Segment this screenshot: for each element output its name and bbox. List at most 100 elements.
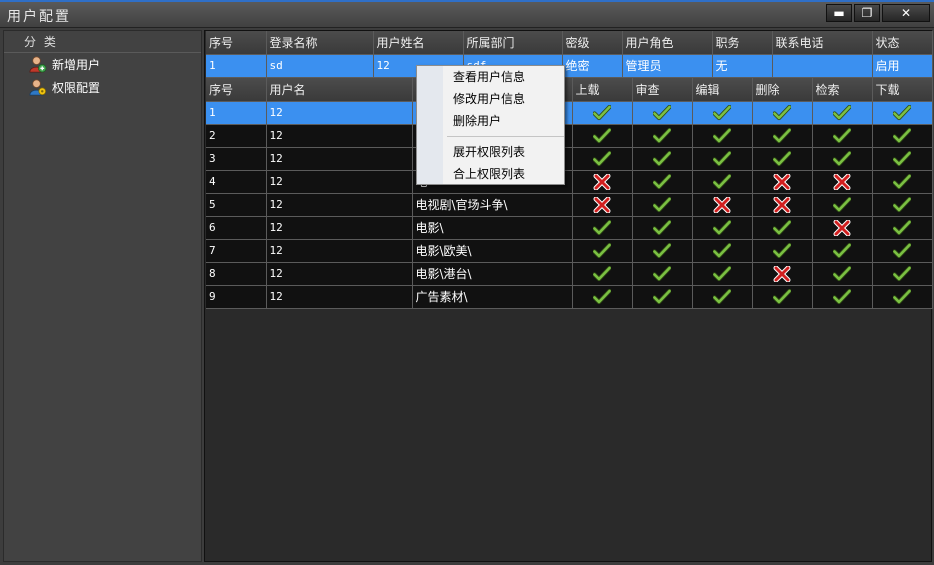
cell-perm-delete[interactable] <box>752 239 813 263</box>
cell-perm-upload[interactable] <box>572 262 633 286</box>
cell-perm-upload[interactable] <box>572 193 633 217</box>
cell-perm-delete[interactable] <box>752 124 813 148</box>
cell-perm-download[interactable] <box>872 101 933 125</box>
col-header[interactable]: 所属部门 <box>463 31 563 55</box>
cell-perm-delete[interactable] <box>752 193 813 217</box>
col-header[interactable]: 检索 <box>812 78 873 102</box>
cell-perm-search[interactable] <box>812 262 873 286</box>
cell-perm-search[interactable] <box>812 170 873 194</box>
cell-perm-upload[interactable] <box>572 285 633 309</box>
col-header[interactable]: 序号 <box>206 78 267 102</box>
cell-perm-edit[interactable] <box>692 216 753 240</box>
cell-perm-upload[interactable] <box>572 124 633 148</box>
col-header[interactable]: 序号 <box>206 31 267 55</box>
cell-perm-download[interactable] <box>872 285 933 309</box>
sidebar-item-permissions[interactable]: 权限配置 <box>4 76 201 99</box>
col-header[interactable]: 职务 <box>712 31 773 55</box>
cell-perm-edit[interactable] <box>692 147 753 171</box>
table-row[interactable]: 9 12 广告素材\ <box>206 285 933 309</box>
cell-perm-search[interactable] <box>812 285 873 309</box>
col-header[interactable]: 审查 <box>632 78 693 102</box>
table-row[interactable]: 212电 <box>206 124 933 148</box>
col-header[interactable]: 上载 <box>572 78 633 102</box>
cell-index: 7 <box>206 239 267 263</box>
table-row[interactable]: 412电 <box>206 170 933 194</box>
sidebar-item-add-user[interactable]: 新增用户 <box>4 53 201 76</box>
cell-perm-delete[interactable] <box>752 285 813 309</box>
cell-perm-review[interactable] <box>632 285 693 309</box>
check-icon <box>893 104 911 120</box>
table-row[interactable]: 112电 <box>206 101 933 125</box>
menu-item-edit-user[interactable]: 修改用户信息 <box>417 88 564 110</box>
check-icon <box>893 173 911 189</box>
cell-perm-download[interactable] <box>872 124 933 148</box>
cell-perm-upload[interactable] <box>572 101 633 125</box>
cell-perm-delete[interactable] <box>752 262 813 286</box>
minimize-button[interactable]: ▬ <box>826 4 852 22</box>
cell-perm-edit[interactable] <box>692 262 753 286</box>
restore-button[interactable]: ❐ <box>854 4 880 22</box>
cell-perm-edit[interactable] <box>692 285 753 309</box>
col-header[interactable]: 密级 <box>562 31 623 55</box>
cell-perm-edit[interactable] <box>692 101 753 125</box>
cell-perm-search[interactable] <box>812 147 873 171</box>
cell-perm-review[interactable] <box>632 101 693 125</box>
cell-perm-search[interactable] <box>812 193 873 217</box>
menu-item-collapse-permissions[interactable]: 合上权限列表 <box>417 163 564 185</box>
table-row[interactable]: 7 12 电影\欧美\ <box>206 239 933 263</box>
col-header[interactable]: 联系电话 <box>772 31 873 55</box>
cell-perm-delete[interactable] <box>752 101 813 125</box>
cell-perm-edit[interactable] <box>692 239 753 263</box>
col-header[interactable]: 登录名称 <box>266 31 374 55</box>
cell-perm-delete[interactable] <box>752 147 813 171</box>
cell-perm-download[interactable] <box>872 170 933 194</box>
menu-item-delete-user[interactable]: 删除用户 <box>417 110 564 132</box>
cell-perm-review[interactable] <box>632 216 693 240</box>
table-row[interactable]: 5 12 电视剧\官场斗争\ <box>206 193 933 217</box>
cross-icon <box>713 196 731 213</box>
col-header[interactable]: 用户名 <box>266 78 413 102</box>
cell-perm-upload[interactable] <box>572 170 633 194</box>
close-button[interactable]: ✕ <box>882 4 930 22</box>
check-icon <box>893 219 911 235</box>
cell-perm-delete[interactable] <box>752 216 813 240</box>
col-header[interactable]: 状态 <box>872 31 933 55</box>
col-header[interactable]: 用户姓名 <box>373 31 464 55</box>
check-icon <box>653 265 671 281</box>
cell-perm-search[interactable] <box>812 239 873 263</box>
table-row[interactable]: 8 12 电影\港台\ <box>206 262 933 286</box>
cell-perm-edit[interactable] <box>692 170 753 194</box>
cell-perm-review[interactable] <box>632 262 693 286</box>
col-header[interactable]: 删除 <box>752 78 813 102</box>
cell-perm-review[interactable] <box>632 147 693 171</box>
col-header[interactable]: 编辑 <box>692 78 753 102</box>
cell-perm-delete[interactable] <box>752 170 813 194</box>
cell-position: 无 <box>712 54 773 78</box>
cell-perm-download[interactable] <box>872 147 933 171</box>
table-row[interactable]: 1 sd 12 sdf 绝密 管理员 无 启用 <box>206 54 933 78</box>
col-header[interactable]: 用户角色 <box>622 31 713 55</box>
table-row[interactable]: 312电 <box>206 147 933 171</box>
cell-perm-search[interactable] <box>812 101 873 125</box>
cell-perm-upload[interactable] <box>572 147 633 171</box>
cell-perm-download[interactable] <box>872 216 933 240</box>
check-icon <box>893 196 911 212</box>
cell-perm-review[interactable] <box>632 170 693 194</box>
cell-perm-upload[interactable] <box>572 216 633 240</box>
cell-perm-search[interactable] <box>812 216 873 240</box>
user-settings-icon <box>29 79 47 96</box>
menu-item-view-user[interactable]: 查看用户信息 <box>417 66 564 88</box>
col-header[interactable]: 下载 <box>872 78 933 102</box>
cell-perm-review[interactable] <box>632 193 693 217</box>
cell-perm-download[interactable] <box>872 193 933 217</box>
cell-perm-edit[interactable] <box>692 193 753 217</box>
cell-perm-review[interactable] <box>632 239 693 263</box>
cell-perm-download[interactable] <box>872 262 933 286</box>
cell-perm-upload[interactable] <box>572 239 633 263</box>
cell-perm-search[interactable] <box>812 124 873 148</box>
cell-perm-download[interactable] <box>872 239 933 263</box>
menu-item-expand-permissions[interactable]: 展开权限列表 <box>417 141 564 163</box>
table-row[interactable]: 6 12 电影\ <box>206 216 933 240</box>
cell-perm-edit[interactable] <box>692 124 753 148</box>
cell-perm-review[interactable] <box>632 124 693 148</box>
